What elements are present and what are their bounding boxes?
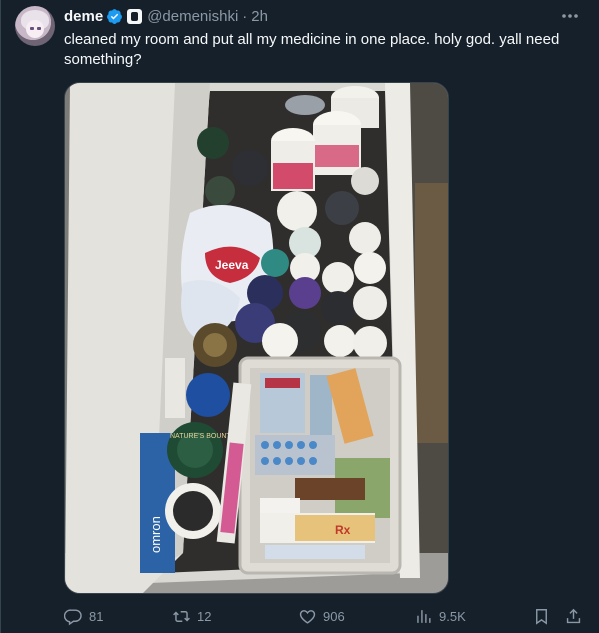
tweet-photo[interactable]: omron Jeeva NATURE'S BOUNTY Rx [64, 82, 449, 594]
bookmark-icon [536, 608, 547, 625]
tweet-text: cleaned my room and put all my medicine … [64, 31, 560, 68]
action-bar: 81 12 906 9.5K [64, 605, 584, 627]
tweet[interactable]: deme @demenishki · 2h cleaned my room an… [0, 0, 599, 633]
bookmark-button[interactable] [532, 605, 557, 627]
heart-icon [299, 609, 316, 624]
share-button[interactable] [564, 605, 589, 627]
omron-label: omron [148, 516, 163, 553]
repost-button[interactable]: 12 [172, 605, 211, 627]
reply-count: 81 [89, 608, 104, 624]
post-time[interactable]: 2h [251, 8, 268, 25]
bottle-brand-label: NATURE'S BOUNTY [170, 433, 236, 440]
author-name[interactable]: deme [64, 8, 103, 25]
affiliate-badge-icon [127, 8, 143, 24]
time-separator: · [242, 7, 248, 25]
view-count: 9.5K [439, 608, 466, 624]
repost-icon [173, 610, 190, 622]
verified-badge-icon [106, 8, 123, 25]
cotton-bag-label: Jeeva [215, 258, 249, 272]
like-button[interactable]: 906 [298, 605, 345, 627]
author-handle[interactable]: @demenishki [147, 8, 238, 25]
reply-icon [64, 608, 82, 625]
repost-count: 12 [197, 608, 212, 624]
tube-rx-label: Rx [335, 523, 351, 537]
reply-button[interactable]: 81 [64, 605, 103, 627]
views-button[interactable]: 9.5K [414, 605, 466, 627]
like-count: 906 [323, 608, 345, 624]
tweet-header: deme @demenishki · 2h [64, 6, 268, 26]
views-chart-icon [417, 609, 431, 623]
share-icon [566, 608, 581, 623]
avatar[interactable] [15, 6, 55, 46]
more-horizontal-icon[interactable] [559, 6, 581, 26]
